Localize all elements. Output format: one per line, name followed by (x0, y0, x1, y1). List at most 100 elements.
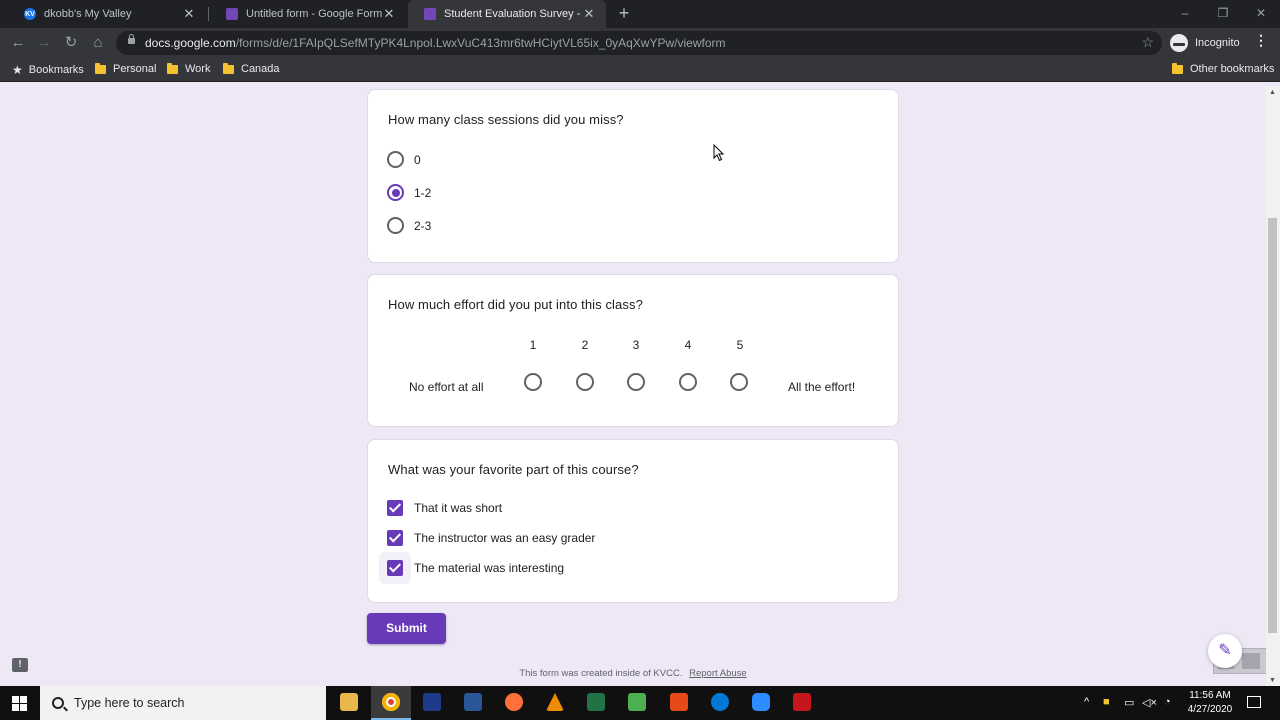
radio-button[interactable] (387, 151, 404, 168)
tray-expand-icon[interactable]: ^ (1084, 696, 1089, 708)
checkbox-checked[interactable] (387, 530, 403, 546)
minimize-icon[interactable]: – (1166, 0, 1204, 28)
scale-radio-4[interactable] (679, 373, 697, 391)
footer-text: This form was created inside of KVCC. (519, 668, 683, 679)
radio-option-0[interactable]: 0 (387, 151, 421, 168)
form-page: How many class sessions did you miss? 0 … (0, 86, 1266, 686)
folder-label: Other bookmarks (1190, 63, 1275, 75)
radio-button-selected[interactable] (387, 184, 404, 201)
kv-logo-icon: KV (24, 8, 36, 20)
scale-radio-3[interactable] (627, 373, 645, 391)
notifications-icon[interactable] (1247, 696, 1261, 708)
url-text[interactable]: docs.google.com/forms/d/e/1FAIpQLSefMTyP… (145, 36, 726, 50)
acrobat-icon[interactable] (793, 693, 811, 711)
option-label: The instructor was an easy grader (414, 531, 596, 545)
zoom-icon[interactable] (752, 693, 770, 711)
bookmark-folder-other[interactable]: Other bookmarks (1172, 62, 1275, 75)
bookmark-folder-work[interactable]: Work (167, 62, 210, 75)
clock-date: 4/27/2020 (1187, 704, 1233, 715)
scale-radio-1[interactable] (524, 373, 542, 391)
feedback-icon[interactable]: ! (12, 658, 28, 672)
tab-untitled-form[interactable]: Untitled form - Google Forms ✕ (210, 0, 406, 28)
wifi-icon[interactable]: ◔ (1164, 696, 1171, 708)
chrome-icon[interactable] (382, 693, 400, 711)
back-icon[interactable]: ← (8, 33, 28, 53)
option-label: 1-2 (414, 185, 432, 200)
snagit-icon[interactable] (670, 693, 688, 711)
edit-pencil-icon[interactable]: ✎ (1208, 634, 1242, 668)
bookmark-star-icon[interactable]: ☆ (1141, 34, 1154, 51)
radio-option-2-3[interactable]: 2-3 (387, 217, 431, 234)
option-label: 2-3 (414, 218, 432, 233)
file-explorer-icon[interactable] (340, 693, 358, 711)
incognito-label: Incognito (1195, 37, 1240, 49)
bookmark-folder-canada[interactable]: Canada (223, 62, 280, 75)
taskbar-search-box[interactable]: Type here to search (40, 686, 326, 720)
new-tab-button[interactable]: + (614, 3, 634, 23)
star-icon: ★ (12, 63, 23, 77)
security-icon[interactable]: ■ (1103, 696, 1110, 708)
close-tab-icon[interactable]: ✕ (582, 6, 596, 22)
checkbox-option-material[interactable]: The material was interesting (387, 560, 564, 576)
question-card-sessions-missed: How many class sessions did you miss? 0 … (367, 89, 899, 263)
incognito-indicator[interactable]: Incognito (1170, 32, 1240, 54)
bookmark-folder-personal[interactable]: Personal (95, 62, 156, 75)
folder-icon (1172, 62, 1183, 74)
scale-low-label: No effort at all (409, 380, 484, 394)
tab-strip: KV dkobb's My Valley ✕ Untitled form - G… (0, 0, 1280, 28)
scale-radio-5[interactable] (730, 373, 748, 391)
home-icon[interactable]: ⌂ (88, 33, 108, 53)
question-card-favorite-part: What was your favorite part of this cour… (367, 439, 899, 603)
google-forms-icon (226, 8, 238, 20)
tab-student-evaluation[interactable]: Student Evaluation Survey - BIO1 ✕ (408, 0, 606, 28)
battery-icon[interactable]: ▭ (1124, 696, 1134, 709)
bookmarks-button[interactable]: ★ Bookmarks (12, 63, 84, 77)
volume-icon[interactable]: ◁× (1142, 696, 1157, 709)
restore-icon[interactable]: ❐ (1204, 0, 1242, 28)
reload-icon[interactable]: ↻ (61, 33, 81, 53)
forward-icon[interactable]: → (34, 33, 54, 53)
page-scrollbar[interactable]: ▲ ▼ (1266, 86, 1280, 686)
submit-button[interactable]: Submit (367, 613, 446, 644)
firefox-icon[interactable] (505, 693, 523, 711)
checkbox-checked[interactable] (387, 560, 403, 576)
checkbox-option-easy-grader[interactable]: The instructor was an easy grader (387, 530, 595, 546)
radio-option-1-2[interactable]: 1-2 (387, 184, 431, 201)
close-tab-icon[interactable]: ✕ (382, 6, 396, 22)
windows-taskbar: Type here to search ^ ■ ▭ ◁× ◔ 11:56 AM … (0, 686, 1280, 720)
option-label: The material was interesting (414, 561, 565, 575)
windows-start-icon[interactable] (12, 696, 27, 711)
radio-button[interactable] (387, 217, 404, 234)
system-clock[interactable]: 11:56 AM 4/27/2020 (1178, 689, 1242, 717)
tab-divider (208, 7, 209, 21)
scale-number: 2 (581, 338, 589, 352)
checkbox-option-short[interactable]: That it was short (387, 500, 502, 516)
scroll-up-icon[interactable]: ▲ (1269, 89, 1276, 96)
scale-high-label: All the effort! (788, 380, 856, 394)
address-bar[interactable]: docs.google.com/forms/d/e/1FAIpQLSefMTyP… (116, 31, 1162, 55)
question-title: How much effort did you put into this cl… (388, 297, 643, 312)
close-tab-icon[interactable]: ✕ (182, 6, 196, 22)
scroll-down-icon[interactable]: ▼ (1269, 677, 1276, 684)
scrollbar-thumb[interactable] (1268, 218, 1277, 633)
report-abuse-link[interactable]: Report Abuse (689, 668, 747, 679)
scale-radio-2[interactable] (576, 373, 594, 391)
excel-icon[interactable] (587, 693, 605, 711)
lock-icon (128, 34, 135, 44)
more-menu-icon[interactable]: ⋮ (1254, 32, 1268, 49)
folder-icon (223, 62, 234, 74)
scale-number: 4 (684, 338, 692, 352)
word-icon[interactable] (464, 693, 482, 711)
tab-my-valley[interactable]: KV dkobb's My Valley ✕ (8, 0, 206, 28)
camtasia-icon[interactable] (628, 693, 646, 711)
close-window-icon[interactable]: ✕ (1242, 0, 1280, 28)
question-title: What was your favorite part of this cour… (388, 462, 639, 477)
skype-icon[interactable] (711, 693, 729, 711)
scale-number: 3 (632, 338, 640, 352)
google-forms-icon (424, 8, 436, 20)
tab-title: Untitled form - Google Forms (246, 8, 382, 20)
folder-label: Canada (241, 63, 280, 75)
vlc-icon[interactable] (546, 693, 564, 711)
mail-app-icon[interactable] (423, 693, 441, 711)
checkbox-checked[interactable] (387, 500, 403, 516)
